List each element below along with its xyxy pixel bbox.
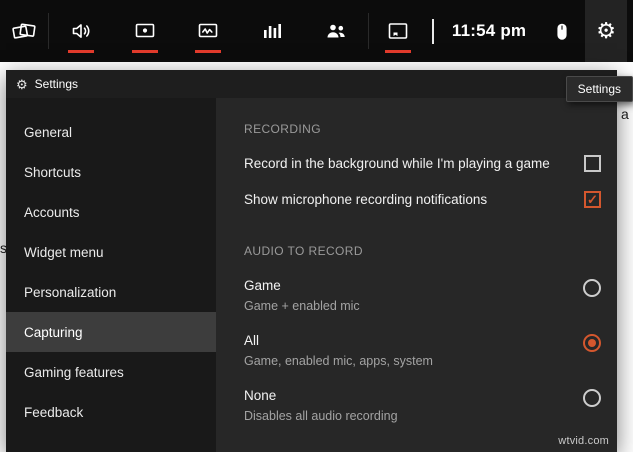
widgets-menu-icon [12,23,36,39]
sidebar-item-feedback[interactable]: Feedback [6,392,216,432]
recording-section-header: RECORDING [244,122,321,136]
resources-bar-chart-icon [264,24,282,38]
speaker-audio-icon [72,24,90,38]
option-text: None Disables all audio recording [244,388,398,423]
audio-section-header: AUDIO TO RECORD [244,244,363,258]
setting-label: Show microphone recording notifications [244,192,488,207]
setting-row-record-background: Record in the background while I'm playi… [244,155,601,172]
option-description: Disables all audio recording [244,409,398,423]
option-description: Game, enabled mic, apps, system [244,354,433,368]
active-indicator [131,50,158,53]
audio-option-none: None Disables all audio recording [244,388,601,423]
option-label: All [244,333,260,348]
settings-sidebar: General Shortcuts Accounts Widget menu P… [6,98,216,452]
screen: s a 11:54 pm ⚙ Settings ⚙ Settings Gener… [0,0,633,452]
setting-row-mic-notifications: Show microphone recording notifications [244,191,601,208]
settings-gear-button[interactable] [585,0,627,62]
record-background-checkbox[interactable] [584,155,601,172]
settings-gear-icon [596,20,616,42]
option-text: Game Game + enabled mic [244,278,360,313]
audio-game-radio[interactable] [583,279,601,297]
sidebar-item-general[interactable]: General [6,112,216,152]
audio-none-radio[interactable] [583,389,601,407]
capture-monitor-icon [135,23,154,38]
sidebar-item-personalization[interactable]: Personalization [6,272,216,312]
audio-option-all: All Game, enabled mic, apps, system [244,333,601,368]
social-people-icon [327,24,345,38]
watermark: wtvid.com [558,435,609,447]
active-indicator [384,50,411,53]
toolbar-separator-pipe [431,18,434,44]
widgets-menu-button[interactable] [0,0,48,62]
background-text-fragment-right: a [621,106,629,122]
settings-body: General Shortcuts Accounts Widget menu P… [6,98,617,452]
setting-label: Record in the background while I'm playi… [244,156,550,171]
social-widget-button[interactable] [304,0,368,62]
capture-widget-button[interactable] [113,0,177,62]
settings-title-gear-icon [16,78,28,91]
mouse-passthrough-button[interactable] [539,0,585,62]
resources-widget-button[interactable] [240,0,304,62]
audio-widget-button[interactable] [49,0,113,62]
mic-notifications-checkbox[interactable] [584,191,601,208]
audio-all-radio[interactable] [583,334,601,352]
gallery-icon [388,23,408,39]
settings-window-title: Settings [34,77,79,91]
settings-window: Settings General Shortcuts Accounts Widg… [6,70,617,452]
option-label: None [244,388,277,403]
game-bar: 11:54 pm [0,0,633,62]
settings-content: RECORDING Record in the background while… [216,98,617,452]
option-text: All Game, enabled mic, apps, system [244,333,433,368]
clock: 11:54 pm [451,21,527,40]
audio-option-game: Game Game + enabled mic [244,278,601,313]
performance-monitor-icon [199,23,218,38]
active-indicator [195,50,222,53]
option-description: Game + enabled mic [244,299,360,313]
sidebar-item-capturing[interactable]: Capturing [6,312,216,352]
sidebar-item-shortcuts[interactable]: Shortcuts [6,152,216,192]
sidebar-item-gaming-features[interactable]: Gaming features [6,352,216,392]
performance-widget-button[interactable] [177,0,241,62]
sidebar-item-accounts[interactable]: Accounts [6,192,216,232]
mouse-icon [557,23,567,40]
settings-titlebar: Settings [6,70,617,98]
gallery-widget-button[interactable] [369,0,427,62]
option-label: Game [244,278,281,293]
active-indicator [67,50,94,53]
sidebar-item-widget-menu[interactable]: Widget menu [6,232,216,272]
settings-tooltip: Settings [565,76,633,102]
